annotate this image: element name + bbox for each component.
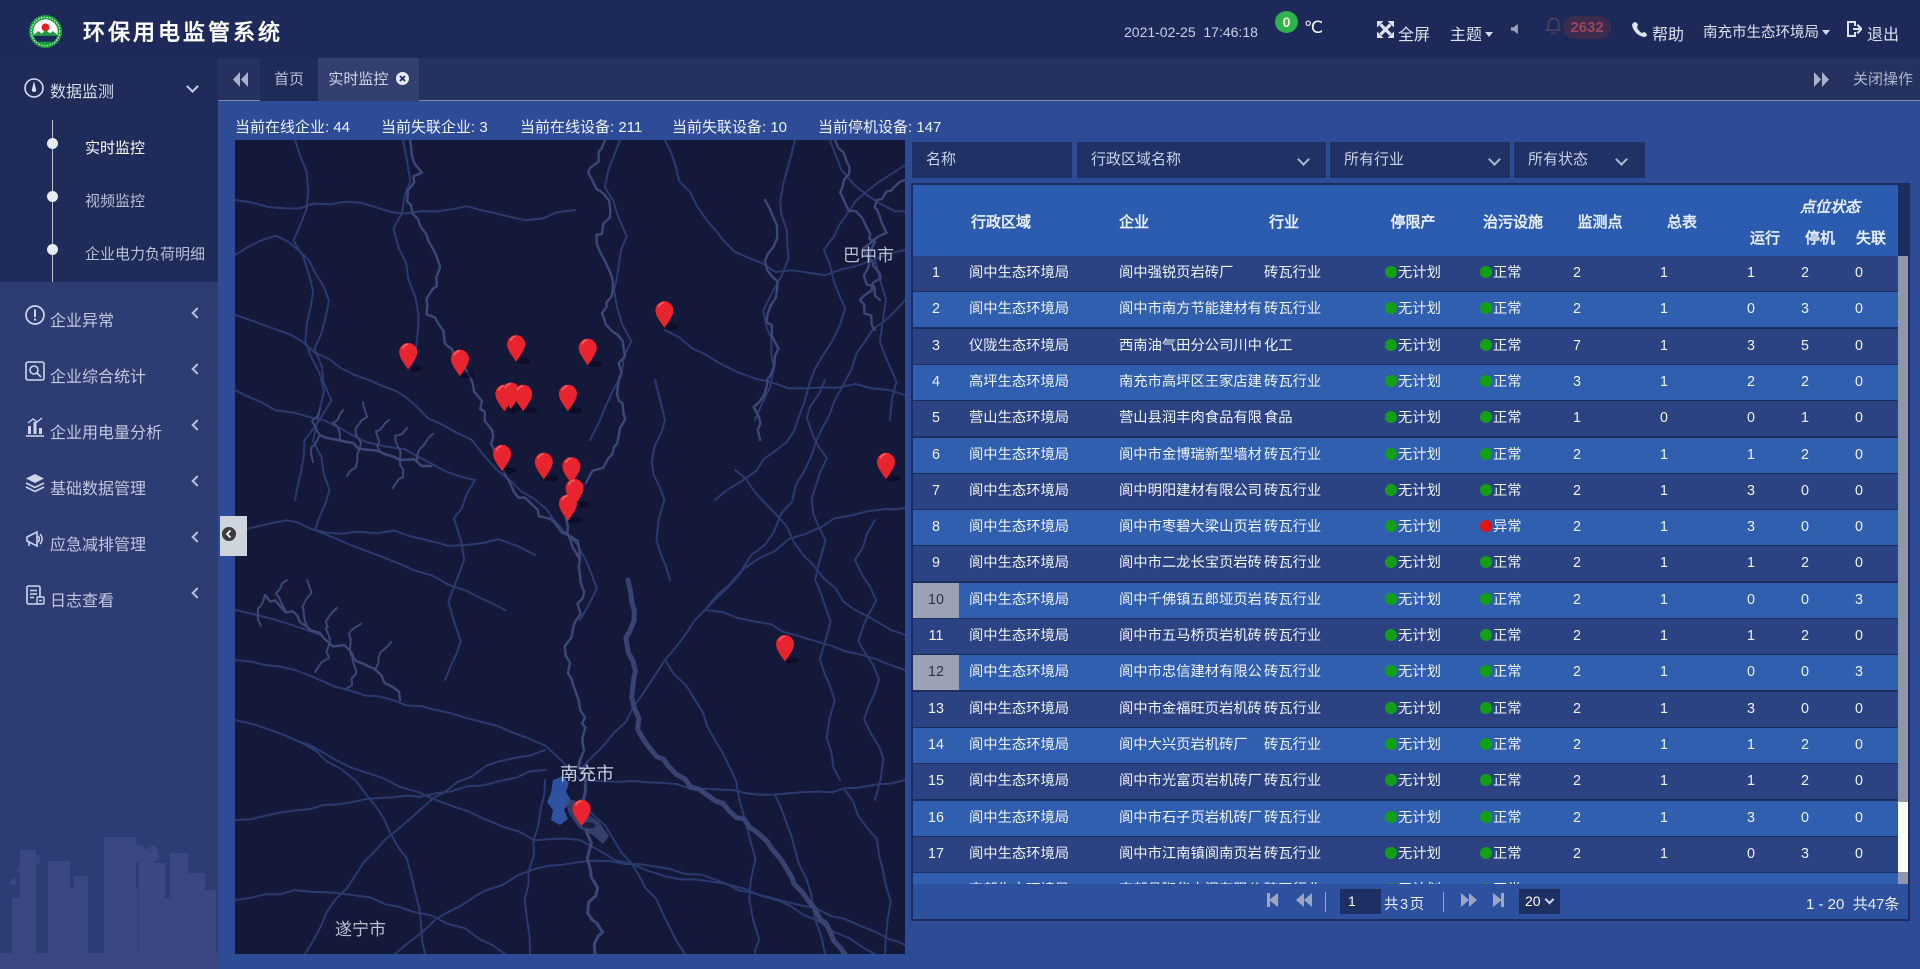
svg-text:巴中市: 巴中市	[843, 246, 894, 265]
svg-text:南充市: 南充市	[560, 764, 614, 784]
svg-text:遂宁市: 遂宁市	[335, 920, 386, 939]
